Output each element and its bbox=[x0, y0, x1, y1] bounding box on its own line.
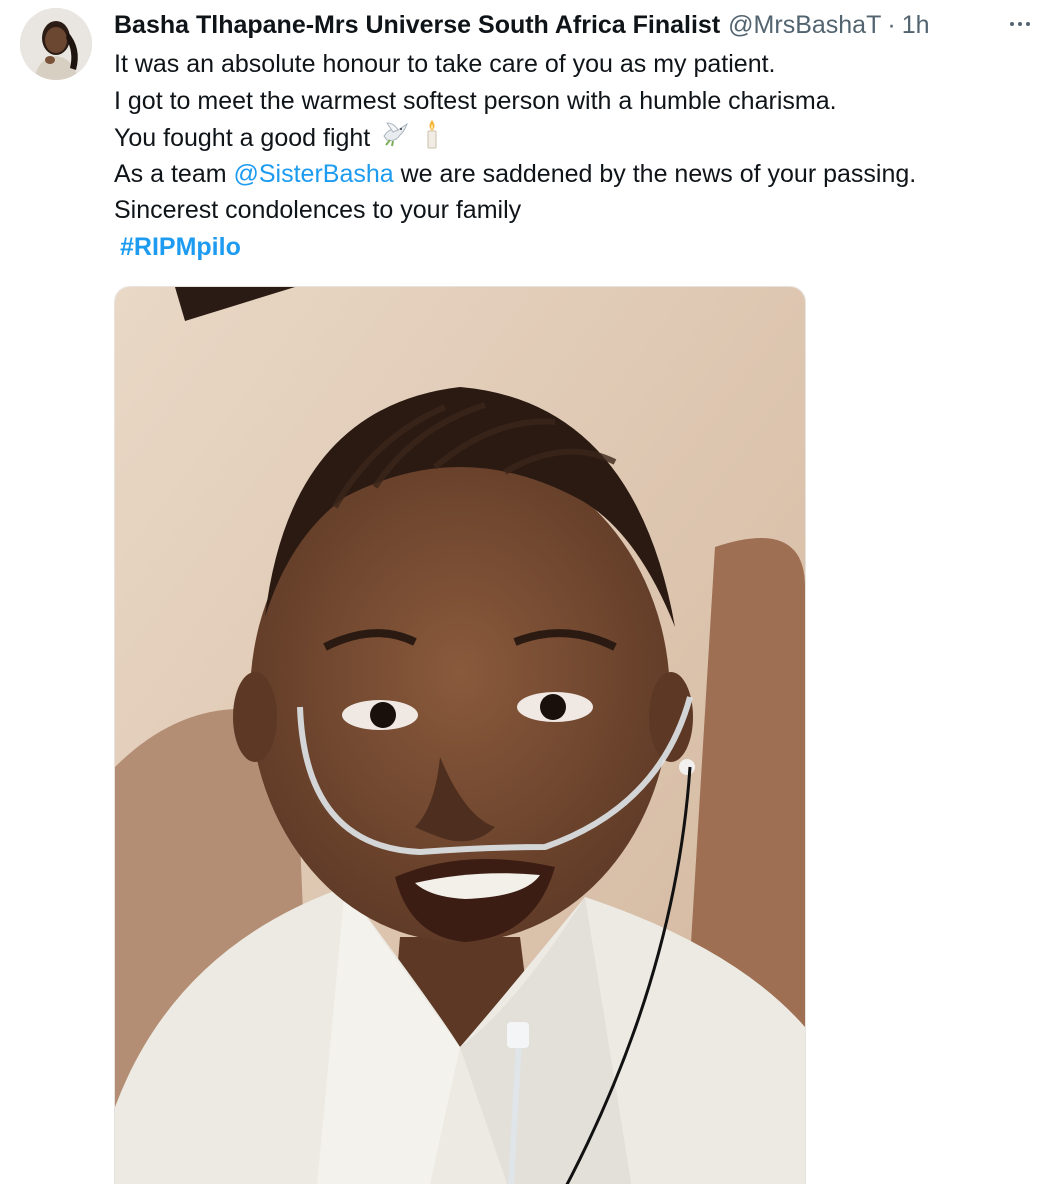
candle-icon bbox=[422, 119, 442, 160]
tweet-text-line: #RIPMpilo bbox=[114, 229, 1034, 266]
tweet-text-segment: we are saddened by the news of your pass… bbox=[393, 159, 917, 188]
author-display-name[interactable]: Basha Tlhapane-Mrs Universe South Africa… bbox=[114, 11, 720, 40]
tweet: Basha Tlhapane-Mrs Universe South Africa… bbox=[0, 0, 1048, 1184]
ellipsis-dot bbox=[1018, 22, 1022, 26]
author-handle[interactable]: @MrsBashaT bbox=[728, 11, 881, 40]
tweet-photo[interactable] bbox=[114, 286, 806, 1184]
more-options-button[interactable] bbox=[1004, 8, 1036, 40]
tweet-text-line: I got to meet the warmest softest person… bbox=[114, 86, 837, 115]
tweet-text-line: Sincerest condolences to your family bbox=[114, 196, 522, 224]
mention-link-sisterbasha[interactable]: @SisterBasha bbox=[234, 160, 394, 188]
tweet-text-segment: You fought a good fight bbox=[114, 123, 371, 152]
tweet-timestamp[interactable]: 1h bbox=[902, 11, 930, 40]
tweet-text-line: It was an absolute honour to take care o… bbox=[114, 50, 776, 78]
profile-photo-avatar bbox=[20, 8, 92, 80]
author-avatar[interactable] bbox=[20, 8, 92, 80]
dove-icon bbox=[381, 121, 411, 158]
tweet-text-line: You fought a good fight bbox=[114, 119, 1034, 156]
smiling-woman-photo bbox=[115, 287, 805, 1184]
tweet-header: Basha Tlhapane-Mrs Universe South Africa… bbox=[114, 8, 1032, 42]
tweet-text-line: As a team @SisterBasha we are saddened b… bbox=[114, 156, 1034, 193]
ellipsis-dot bbox=[1026, 22, 1030, 26]
tweet-text-segment: As a team bbox=[114, 159, 234, 188]
ellipsis-icon bbox=[1010, 22, 1014, 26]
hashtag-link-ripmpilo[interactable]: #RIPMpilo bbox=[114, 233, 241, 261]
tweet-text: It was an absolute honour to take care o… bbox=[114, 46, 1034, 265]
header-separator: · bbox=[887, 10, 896, 39]
